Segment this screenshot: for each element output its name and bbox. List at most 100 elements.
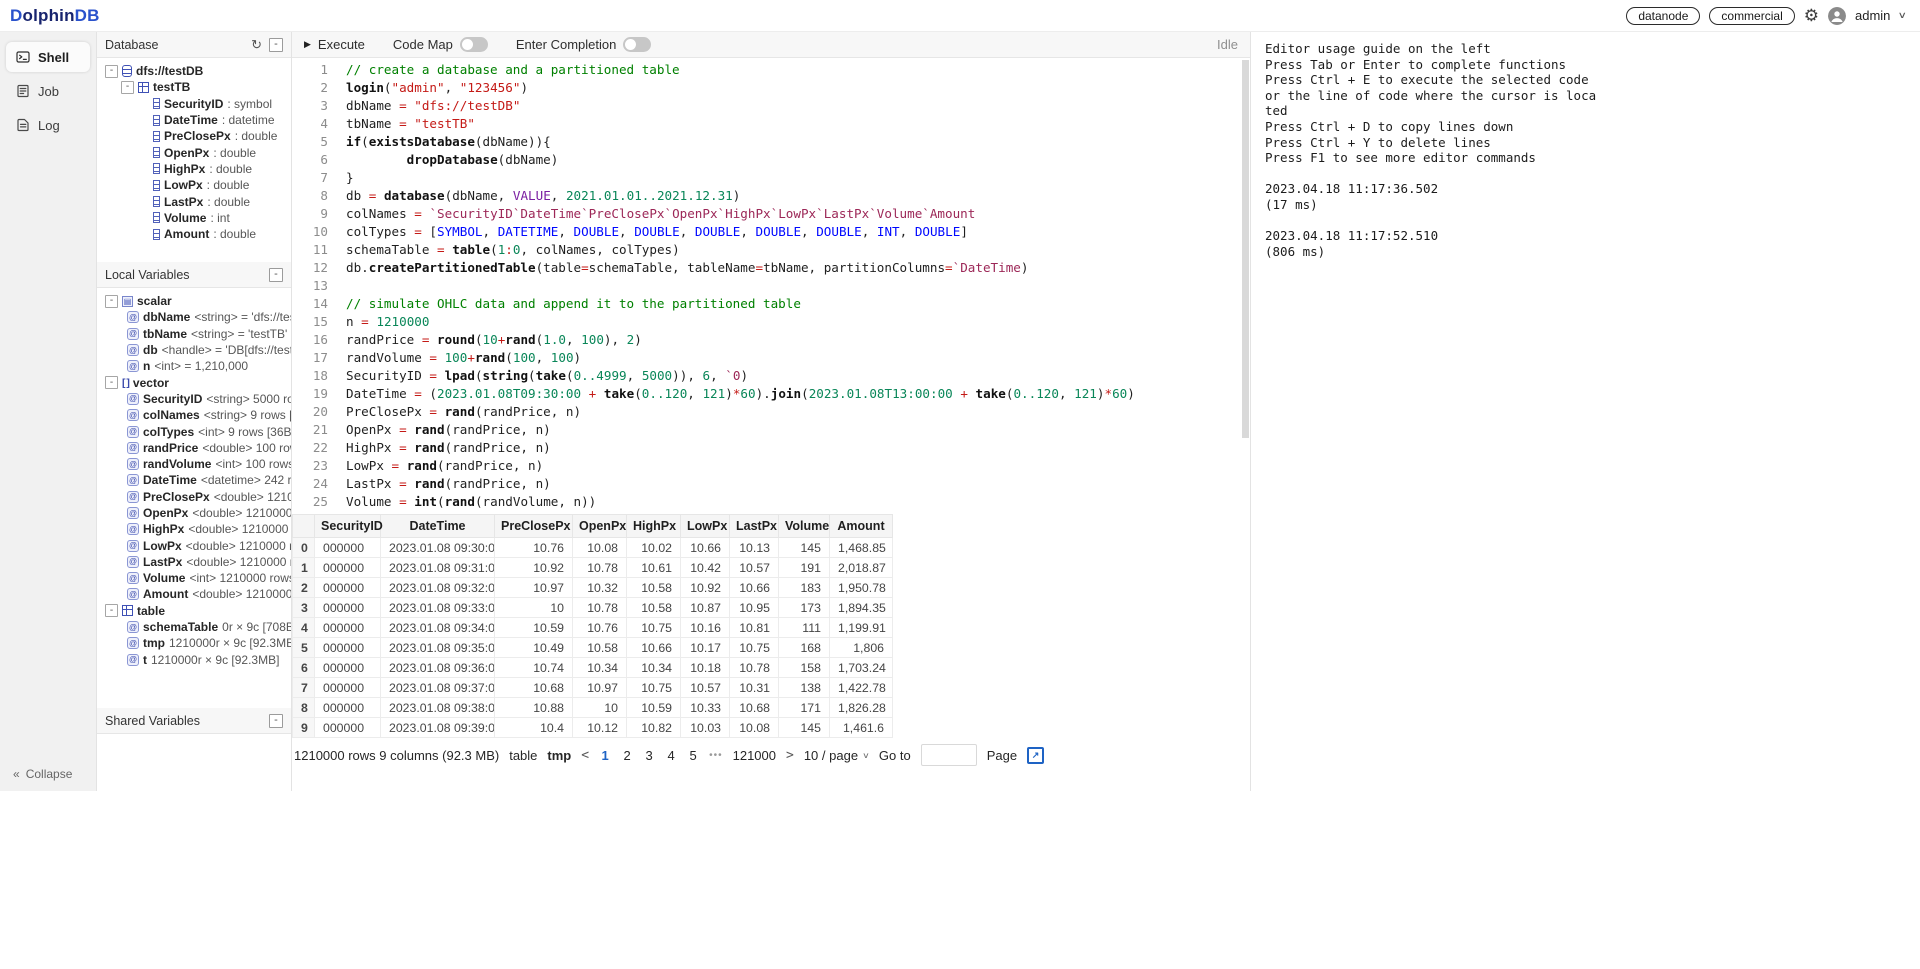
code-line-16[interactable]: 16randPrice = round(10+rand(1.0, 100), 2… (292, 331, 1250, 349)
page-size-select[interactable]: 10 / page ∨ (804, 748, 869, 763)
code-line-21[interactable]: 21OpenPx = rand(randPrice, n) (292, 421, 1250, 439)
code-line-4[interactable]: 4tbName = "testTB" (292, 115, 1250, 133)
tree-item-PreClosePx[interactable]: @PreClosePx<double> 121000 (97, 489, 291, 505)
collapse-panel-icon[interactable]: - (269, 38, 283, 52)
table-cell: 10.81 (730, 618, 779, 638)
code-map-toggle[interactable] (460, 37, 488, 52)
settings-gear-icon[interactable]: ⚙ (1804, 7, 1819, 24)
enter-completion-toggle[interactable] (623, 37, 651, 52)
collapse-panel-icon[interactable]: - (269, 714, 283, 728)
tree-item-HighPx[interactable]: @HighPx<double> 1210000 ro (97, 521, 291, 537)
scrollbar-thumb[interactable] (1242, 60, 1249, 438)
refresh-icon[interactable]: ↻ (251, 38, 262, 51)
chevron-down-icon[interactable]: ∨ (1898, 10, 1907, 21)
code-line-2[interactable]: 2login("admin", "123456") (292, 79, 1250, 97)
prev-page-icon[interactable]: < (581, 748, 589, 763)
user-avatar-icon[interactable] (1828, 7, 1846, 25)
code-line-11[interactable]: 11schemaTable = table(1:0, colNames, col… (292, 241, 1250, 259)
code-line-6[interactable]: 6 dropDatabase(dbName) (292, 151, 1250, 169)
tree-item-LastPx[interactable]: LastPx: double (97, 193, 291, 209)
more-pages-icon[interactable]: ••• (709, 750, 723, 761)
username[interactable]: admin (1855, 8, 1890, 23)
code-line-3[interactable]: 3dbName = "dfs://testDB" (292, 97, 1250, 115)
collapse-sidebar-button[interactable]: « Collapse (13, 767, 72, 781)
page-button-3[interactable]: 3 (643, 748, 655, 763)
tree-item-db[interactable]: @db<handle> = 'DB[dfs://testD (97, 342, 291, 358)
code-line-18[interactable]: 18SecurityID = lpad(string(take(0..4999,… (292, 367, 1250, 385)
open-in-window-icon[interactable]: ↗ (1027, 747, 1044, 764)
tree-item-tbName[interactable]: @tbName<string> = 'testTB' (97, 326, 291, 342)
code-line-12[interactable]: 12db.createPartitionedTable(table=schema… (292, 259, 1250, 277)
tree-item-dfs://testDB[interactable]: -dfs://testDB (97, 63, 291, 79)
expander-icon[interactable]: - (105, 604, 118, 617)
code-line-23[interactable]: 23LowPx = rand(randPrice, n) (292, 457, 1250, 475)
tree-item-vector[interactable]: -[ ]vector (97, 374, 291, 390)
expander-icon[interactable]: - (121, 81, 134, 94)
code-line-25[interactable]: 25Volume = int(rand(randVolume, n)) (292, 493, 1250, 511)
tree-item-randVolume[interactable]: @randVolume<int> 100 rows [ (97, 456, 291, 472)
tree-item-LastPx[interactable]: @LastPx<double> 1210000 ro (97, 554, 291, 570)
tree-item-Volume[interactable]: Volume: int (97, 210, 291, 226)
code-line-14[interactable]: 14// simulate OHLC data and append it to… (292, 295, 1250, 313)
tree-item-LowPx[interactable]: LowPx: double (97, 177, 291, 193)
sidebar-item-shell[interactable]: Shell (6, 42, 90, 72)
expander-icon[interactable]: - (105, 295, 118, 308)
tree-item-testTB[interactable]: -testTB (97, 79, 291, 95)
next-page-icon[interactable]: > (786, 748, 794, 763)
code-line-17[interactable]: 17randVolume = 100+rand(100, 100) (292, 349, 1250, 367)
table-cell: 1,806 (830, 638, 893, 658)
tree-item-dbName[interactable]: @dbName<string> = 'dfs://tes (97, 309, 291, 325)
code-line-19[interactable]: 19DateTime = (2023.01.08T09:30:00 + take… (292, 385, 1250, 403)
tree-item-OpenPx[interactable]: OpenPx: double (97, 144, 291, 160)
tree-item-SecurityID[interactable]: @SecurityID<string> 5000 rows (97, 391, 291, 407)
code-line-24[interactable]: 24LastPx = rand(randPrice, n) (292, 475, 1250, 493)
tree-item-HighPx[interactable]: HighPx: double (97, 161, 291, 177)
collapse-panel-icon[interactable]: - (269, 268, 283, 282)
code-editor[interactable]: 1// create a database and a partitioned … (292, 58, 1250, 791)
sidebar-item-log[interactable]: Log (6, 110, 90, 140)
tree-item-Volume[interactable]: @Volume<int> 1210000 rows [ (97, 570, 291, 586)
tree-item-t[interactable]: @t 1210000r × 9c [92.3MB] (97, 652, 291, 668)
tree-item-DateTime[interactable]: @DateTime<datetime> 242 ro (97, 472, 291, 488)
tree-item-SecurityID[interactable]: SecurityID: symbol (97, 96, 291, 112)
tree-item-colNames[interactable]: @colNames<string> 9 rows [29 (97, 407, 291, 423)
page-button-5[interactable]: 5 (687, 748, 699, 763)
tree-item-tmp[interactable]: @tmp 1210000r × 9c [92.3MB] (97, 635, 291, 651)
code-line-9[interactable]: 9colNames = `SecurityID`DateTime`PreClos… (292, 205, 1250, 223)
tree-item-table[interactable]: -table (97, 603, 291, 619)
code-line-13[interactable]: 13 (292, 277, 1250, 295)
goto-page-input[interactable] (921, 744, 977, 766)
page-button-4[interactable]: 4 (665, 748, 677, 763)
tree-item-OpenPx[interactable]: @OpenPx<double> 1210000 r (97, 505, 291, 521)
code-line-5[interactable]: 5if(existsDatabase(dbName)){ (292, 133, 1250, 151)
last-page-button[interactable]: 121000 (733, 748, 776, 763)
code-line-10[interactable]: 10colTypes = [SYMBOL, DATETIME, DOUBLE, … (292, 223, 1250, 241)
tree-item-Amount[interactable]: Amount: double (97, 226, 291, 242)
tree-item-colTypes[interactable]: @colTypes<int> 9 rows [36B] (97, 423, 291, 439)
tree-item-scalar[interactable]: -▤scalar (97, 293, 291, 309)
tree-item-n[interactable]: @n<int> = 1,210,000 (97, 358, 291, 374)
table-cell: 000000 (315, 618, 381, 638)
tree-item-DateTime[interactable]: DateTime: datetime (97, 112, 291, 128)
tree-item-Amount[interactable]: @Amount<double> 1210000 r (97, 586, 291, 602)
execute-button[interactable]: ▶ Execute (304, 37, 365, 52)
sidebar-item-job[interactable]: Job (6, 76, 90, 106)
code-line-20[interactable]: 20PreClosePx = rand(randPrice, n) (292, 403, 1250, 421)
tree-item-PreClosePx[interactable]: PreClosePx: double (97, 128, 291, 144)
tree-item-name: Volume (143, 571, 185, 585)
expander-icon[interactable]: - (105, 65, 118, 78)
tree-item-LowPx[interactable]: @LowPx<double> 1210000 ro (97, 537, 291, 553)
page-button-1[interactable]: 1 (599, 748, 611, 763)
table-cell: 10.18 (681, 658, 730, 678)
code-line-8[interactable]: 8db = database(dbName, VALUE, 2021.01.01… (292, 187, 1250, 205)
tree-item-schemaTable[interactable]: @schemaTable 0r × 9c [708B] (97, 619, 291, 635)
code-line-22[interactable]: 22HighPx = rand(randPrice, n) (292, 439, 1250, 457)
page-button-2[interactable]: 2 (621, 748, 633, 763)
code-line-1[interactable]: 1// create a database and a partitioned … (292, 61, 1250, 79)
tree-item-randPrice[interactable]: @randPrice<double> 100 rows (97, 440, 291, 456)
code-text: OpenPx = rand(randPrice, n) (346, 421, 551, 439)
code-line-15[interactable]: 15n = 1210000 (292, 313, 1250, 331)
code-line-7[interactable]: 7} (292, 169, 1250, 187)
tree-item-name: randPrice (143, 441, 198, 455)
expander-icon[interactable]: - (105, 376, 118, 389)
